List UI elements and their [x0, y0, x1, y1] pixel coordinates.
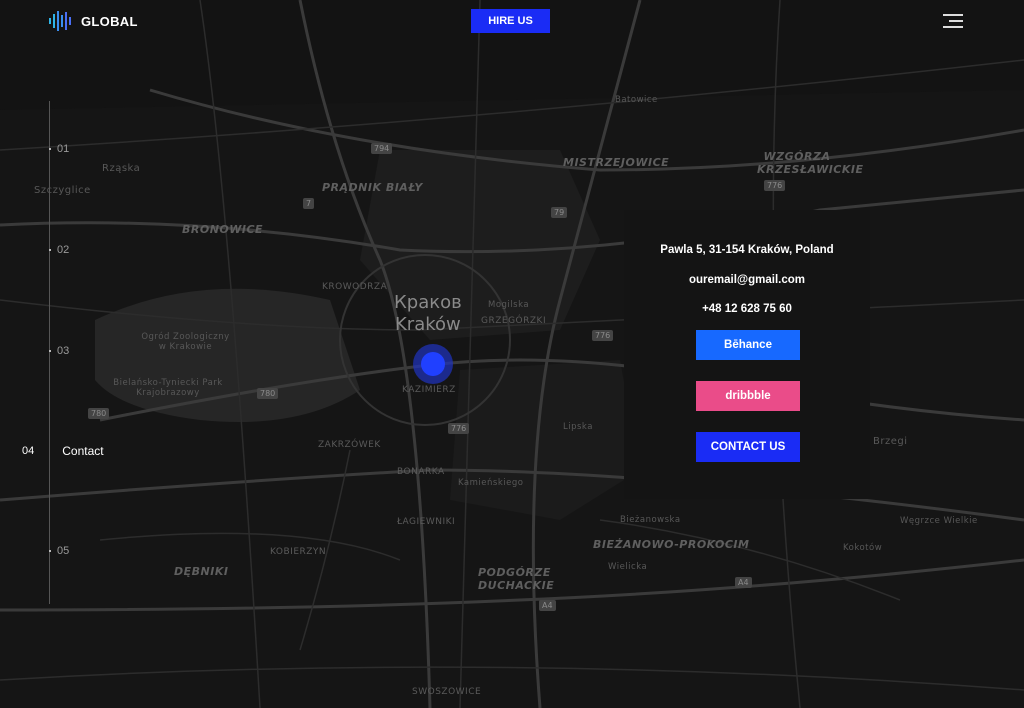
map-label: Bieżanowska: [620, 515, 681, 525]
road-badge: 794: [371, 143, 393, 154]
map-label: Brzegi: [873, 436, 908, 447]
contact-panel: Pawla 5, 31-154 Kraków, Poland ouremail@…: [624, 210, 870, 499]
map-label: Ogród Zoologiczny w Krakowie: [141, 332, 230, 352]
location-pin-icon[interactable]: [421, 352, 445, 376]
hire-us-button[interactable]: HIRE US: [471, 9, 550, 33]
map-label: WZGÓRZA KRZESŁAWICKIE: [757, 150, 864, 176]
map-label: Bielańsko-Tyniecki Park Krajobrazowy: [113, 378, 223, 398]
map-label: KOBIERZYN: [270, 547, 327, 557]
map-city-label: Краков Kraków: [394, 292, 462, 336]
map-label: MISTRZEJOWICE: [563, 156, 670, 169]
nav-item-01[interactable]: 01: [49, 143, 69, 155]
nav-item-02[interactable]: 02: [49, 244, 69, 256]
map-label: Szczyglice: [34, 185, 91, 196]
map-label: Kokotów: [843, 543, 883, 553]
soundwave-logo-icon: [49, 11, 71, 31]
map-label: Wielicka: [608, 562, 648, 572]
nav-item-number: 04: [22, 445, 35, 457]
nav-item-number: 02: [57, 244, 70, 256]
road-badge: 776: [448, 423, 470, 434]
road-badge: 7: [303, 198, 315, 209]
road-badge: 780: [257, 388, 279, 399]
map-label: PODGÓRZE DUCHACKIE: [478, 566, 555, 592]
nav-dot: [49, 350, 51, 352]
nav-item-04-contact[interactable]: 04 Contact: [22, 444, 104, 458]
map-label: Batowice: [615, 95, 658, 105]
dribbble-button[interactable]: dribbble: [696, 381, 800, 411]
map-roads: [0, 0, 1024, 708]
contact-address: Pawla 5, 31-154 Kraków, Poland: [660, 244, 834, 256]
nav-item-03[interactable]: 03: [49, 345, 69, 357]
top-header: GLOBAL HIRE US: [0, 0, 1024, 42]
road-badge: A4: [539, 600, 556, 611]
map-background[interactable]: Краков Kraków PRĄDNIK BIAŁY MISTRZEJOWIC…: [0, 0, 1024, 708]
logo[interactable]: GLOBAL: [48, 10, 138, 32]
map-label: ZAKRZÓWEK: [318, 440, 381, 450]
nav-item-05[interactable]: 05: [49, 545, 69, 557]
contact-phone[interactable]: +48 12 628 75 60: [624, 303, 870, 315]
map-city-pl: Kraków: [394, 314, 461, 335]
road-badge: 79: [551, 207, 568, 218]
map-label: SWOSZOWICE: [412, 687, 482, 697]
behance-button[interactable]: Bēhance: [696, 330, 800, 360]
road-badge: 780: [88, 408, 110, 419]
nav-dot: [49, 550, 51, 552]
road-badge: 776: [764, 180, 786, 191]
map-label: BONARKA: [397, 467, 445, 477]
contact-email[interactable]: ouremail@gmail.com: [624, 274, 870, 286]
nav-dot: [49, 249, 51, 251]
nav-item-number: 05: [57, 545, 70, 557]
map-label: Rząska: [102, 163, 141, 174]
map-label: GRZEGÓRZKI: [481, 316, 547, 326]
map-city-ru: Краков: [394, 292, 462, 313]
nav-item-number: 03: [57, 345, 70, 357]
map-label: PRĄDNIK BIAŁY: [322, 181, 423, 194]
hamburger-menu-icon[interactable]: [943, 13, 963, 29]
map-label: BRONOWICE: [182, 223, 264, 236]
map-label: BIEŻANOWO-PROKOCIM: [593, 538, 750, 551]
nav-dot: [49, 148, 51, 150]
contact-us-button[interactable]: CONTACT US: [696, 432, 800, 462]
nav-item-label: Contact: [62, 444, 104, 458]
map-label: KAZIMIERZ: [402, 385, 456, 395]
map-label: ŁAGIEWNIKI: [397, 517, 456, 527]
map-label: Kamieńskiego: [458, 478, 524, 488]
map-label: Lipska: [563, 422, 593, 432]
map-label: KROWODRZA: [322, 282, 388, 292]
road-badge: 776: [592, 330, 614, 341]
map-label: DĘBNIKI: [174, 565, 229, 578]
map-label: Węgrzce Wielkie: [900, 516, 978, 526]
map-label: Mogilska: [488, 300, 530, 310]
nav-item-number: 01: [57, 143, 70, 155]
road-badge: A4: [735, 577, 752, 588]
logo-text: GLOBAL: [81, 13, 138, 29]
